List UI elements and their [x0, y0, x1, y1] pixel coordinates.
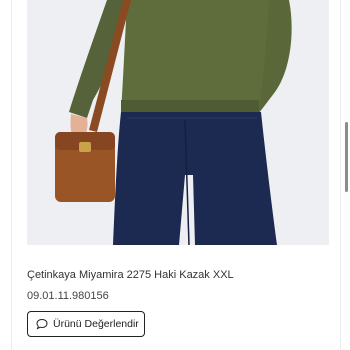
review-product-button[interactable]: Ürünü Değerlendir — [27, 311, 145, 337]
speech-bubble-icon — [36, 318, 48, 330]
product-code: 09.01.11.980156 — [27, 290, 109, 302]
product-card: Çetinkaya Miyamira 2275 Haki Kazak XXL 0… — [11, 0, 341, 350]
product-title[interactable]: Çetinkaya Miyamira 2275 Haki Kazak XXL — [27, 269, 234, 281]
review-button-label: Ürünü Değerlendir — [53, 318, 139, 330]
product-page: Çetinkaya Miyamira 2275 Haki Kazak XXL 0… — [0, 0, 350, 350]
product-photo — [27, 0, 329, 245]
product-image[interactable] — [27, 0, 329, 245]
scrollbar-thumb[interactable] — [345, 122, 348, 192]
